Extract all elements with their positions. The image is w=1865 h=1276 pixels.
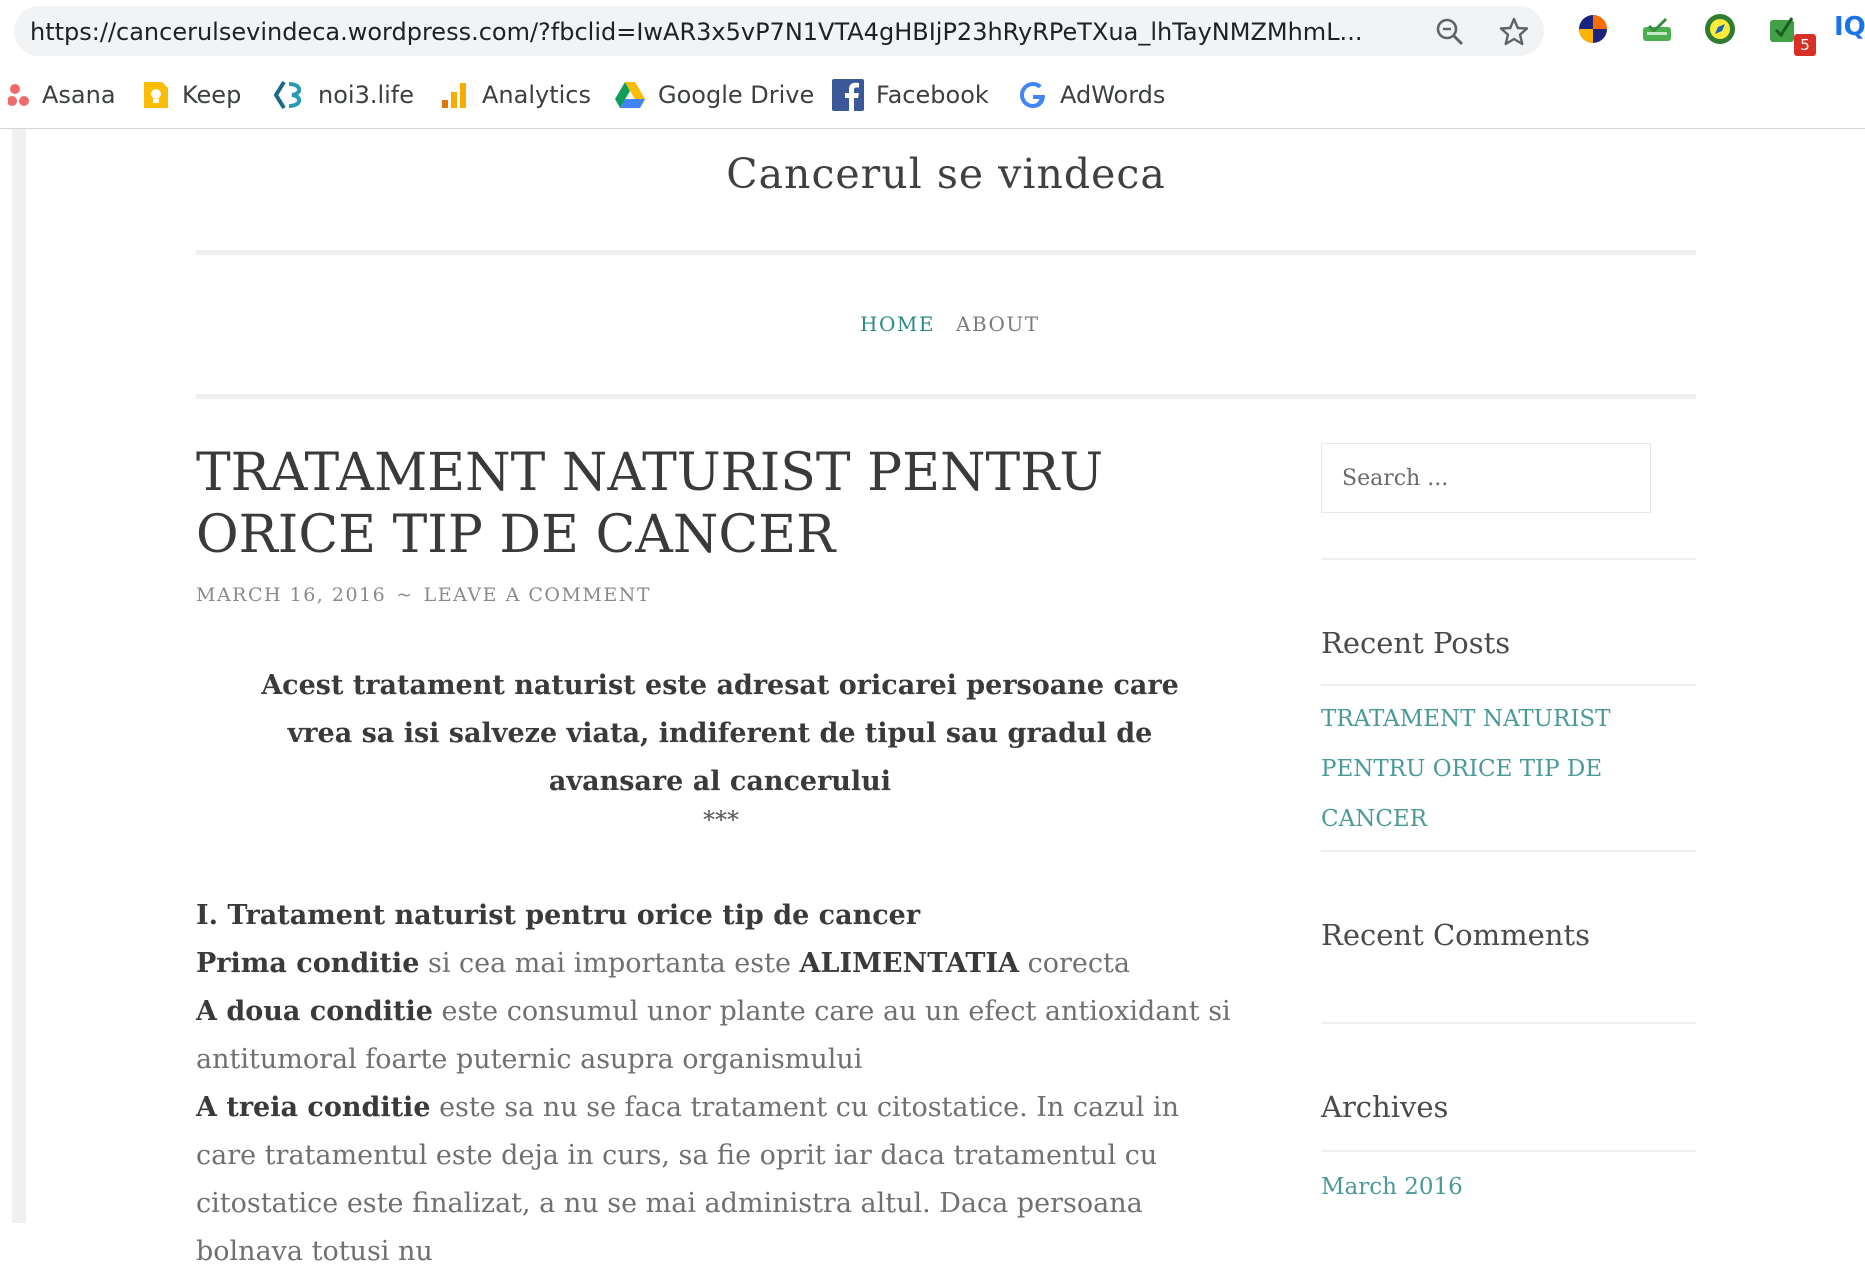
bookmarks-bar: Asana Keep noi3.life Analytics Google Dr…	[0, 62, 1865, 129]
bold-text: ALIMENTATIA	[799, 948, 1019, 979]
nav-about-link[interactable]: ABOUT	[956, 312, 1040, 336]
recent-comments-title: Recent Comments	[1321, 918, 1590, 952]
bookmark-label: Facebook	[876, 81, 989, 109]
recent-post-link[interactable]: TRATAMENT NATURIST PENTRU ORICE TIP DE C…	[1321, 694, 1701, 844]
bookmark-label: AdWords	[1060, 81, 1166, 109]
post-lead-text: Acest tratament naturist este adresat or…	[261, 670, 1179, 797]
bookmark-label: Google Drive	[658, 81, 815, 109]
section-heading: I. Tratament naturist pentru orice tip d…	[196, 900, 921, 931]
bookmark-star-icon[interactable]	[1498, 16, 1530, 48]
sidebar-search-input[interactable]	[1321, 443, 1651, 513]
bookmark-label: Analytics	[482, 81, 591, 109]
address-bar[interactable]: https://cancerulsevindeca.wordpress.com/…	[14, 6, 1544, 56]
archive-link[interactable]: March 2016	[1321, 1162, 1701, 1212]
facebook-icon	[832, 79, 864, 111]
bold-text: A doua conditie	[196, 996, 433, 1027]
bookmark-label: noi3.life	[318, 81, 415, 109]
keep-icon	[144, 82, 168, 108]
google-icon	[1020, 82, 1045, 108]
extension-badge: 5	[1794, 34, 1816, 56]
bookmark-noi3[interactable]: noi3.life	[272, 76, 414, 114]
noi3-icon	[273, 80, 302, 110]
paragraph-condition-2: A doua conditie este consumul unor plant…	[196, 988, 1246, 1084]
bookmark-analytics[interactable]: Analytics	[440, 76, 591, 114]
extension-compass-icon[interactable]	[1703, 12, 1737, 46]
recent-posts-title: Recent Posts	[1321, 626, 1511, 660]
post-title[interactable]: TRATAMENT NATURIST PENTRU ORICE TIP DE C…	[196, 442, 1236, 566]
post-date-link[interactable]: MARCH 16, 2016	[196, 584, 386, 606]
extension-tray-icon[interactable]	[1640, 12, 1674, 46]
bookmark-adwords[interactable]: AdWords	[1018, 76, 1165, 114]
url-text[interactable]: https://cancerulsevindeca.wordpress.com/…	[30, 18, 1410, 46]
nav-divider	[196, 394, 1696, 399]
sidebar-divider	[1321, 1022, 1696, 1024]
nav-home-link[interactable]: HOME	[860, 312, 935, 336]
asana-icon	[8, 84, 29, 106]
bookmark-asana[interactable]: Asana	[8, 76, 116, 114]
archives-title: Archives	[1321, 1090, 1449, 1124]
bold-text: A treia conditie	[196, 1092, 431, 1123]
browser-toolbar: https://cancerulsevindeca.wordpress.com/…	[0, 0, 1865, 62]
paragraph-condition-3: A treia conditie este sa nu se faca trat…	[196, 1084, 1246, 1276]
page-left-edge	[12, 129, 26, 1223]
sidebar-divider	[1321, 684, 1696, 686]
post-meta: MARCH 16, 2016 ~ LEAVE A COMMENT	[196, 584, 651, 606]
bookmark-keep[interactable]: Keep	[140, 76, 241, 114]
bookmark-label: Keep	[182, 81, 242, 109]
body-text: corecta	[1019, 948, 1130, 979]
meta-separator: ~	[396, 584, 414, 606]
post-body: I. Tratament naturist pentru orice tip d…	[196, 892, 1246, 1276]
body-text: si cea mai importanta este	[419, 948, 800, 979]
sidebar-divider	[1321, 1150, 1696, 1152]
zoom-icon[interactable]	[1434, 16, 1466, 48]
analytics-icon	[442, 83, 466, 108]
site-title[interactable]: Cancerul se vindeca	[196, 150, 1696, 198]
extension-swirl-icon[interactable]	[1576, 12, 1610, 46]
section-divider-stars: ***	[703, 806, 739, 834]
bookmark-google-drive[interactable]: Google Drive	[614, 76, 814, 114]
bold-text: Prima conditie	[196, 948, 420, 979]
bookmark-facebook[interactable]: Facebook	[832, 76, 989, 114]
leave-comment-link[interactable]: LEAVE A COMMENT	[424, 584, 651, 606]
header-divider	[196, 250, 1696, 255]
google-drive-icon	[615, 82, 645, 108]
sidebar-divider	[1321, 850, 1696, 852]
bookmark-label: Asana	[42, 81, 116, 109]
paragraph-condition-1: Prima conditie si cea mai importanta est…	[196, 940, 1246, 988]
sidebar-divider	[1321, 558, 1696, 560]
extension-iq-icon[interactable]: IQ	[1834, 12, 1865, 42]
